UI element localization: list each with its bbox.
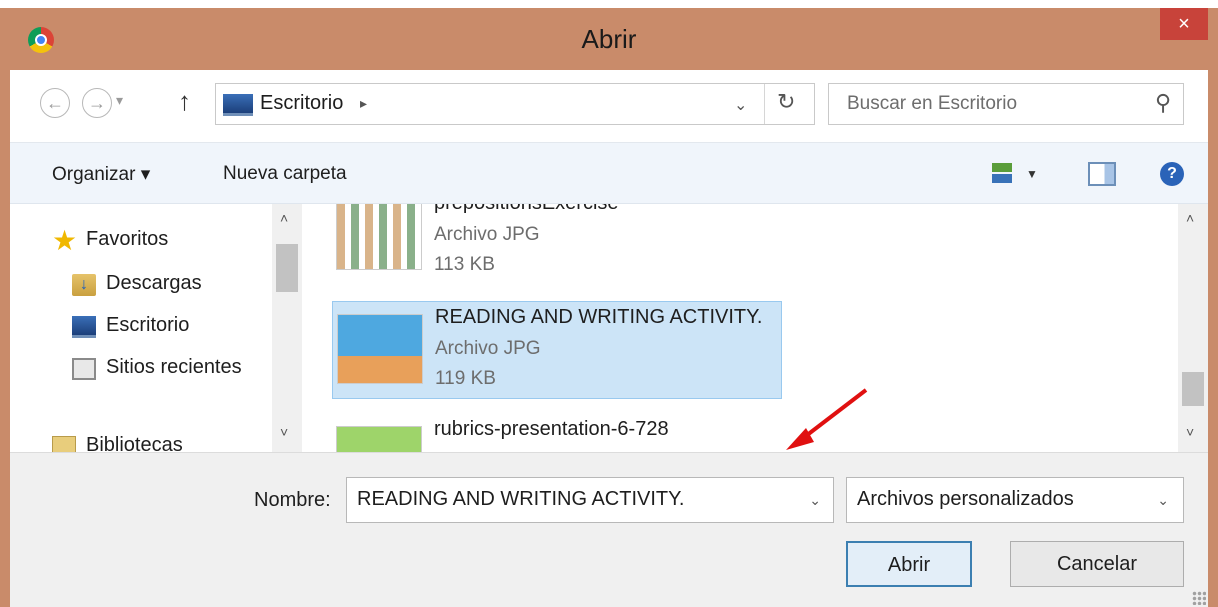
view-dropdown-icon[interactable]: ▼: [1026, 167, 1038, 181]
search-input[interactable]: Buscar en Escritorio ⚲: [828, 83, 1184, 125]
file-list: prepositionsExercise Archivo JPG 113 KB …: [302, 204, 1208, 452]
command-toolbar: Organizar ▾ Nueva carpeta ▼ ?: [10, 142, 1208, 204]
file-type: Archivo JPG: [435, 338, 541, 359]
file-item-reading-writing[interactable]: READING AND WRITING ACTIVITY. Archivo JP…: [332, 301, 782, 399]
sidebar-item-label: Bibliotecas: [86, 434, 183, 452]
scrollbar-thumb[interactable]: [1182, 372, 1204, 406]
file-name-input[interactable]: READING AND WRITING ACTIVITY. ⌄: [346, 477, 834, 523]
forward-icon[interactable]: →: [82, 88, 112, 118]
breadcrumb-chevron-icon[interactable]: ▸: [360, 95, 367, 112]
navigation-bar: ← → ▾ ↑ Escritorio ▸ ⌄ ↻ Buscar en Escri…: [10, 70, 1208, 142]
back-icon[interactable]: ←: [40, 88, 70, 118]
desktop-icon: [223, 94, 253, 116]
image-thumbnail: [337, 314, 423, 384]
refresh-icon[interactable]: ↻: [777, 89, 795, 115]
sidebar-item-label: Descargas: [106, 272, 202, 294]
address-bar[interactable]: Escritorio ▸ ⌄ ↻: [215, 83, 815, 125]
file-size: 113 KB: [434, 254, 495, 275]
window-title: Abrir: [581, 24, 637, 54]
dialog-frame: ← → ▾ ↑ Escritorio ▸ ⌄ ↻ Buscar en Escri…: [0, 70, 1218, 607]
file-type-value: Archivos personalizados: [857, 488, 1074, 510]
file-type-select[interactable]: Archivos personalizados ⌄: [846, 477, 1184, 523]
file-name: rubrics-presentation-6-728: [434, 418, 669, 440]
recent-places-icon: [72, 358, 96, 380]
file-name-dropdown-icon[interactable]: ⌄: [809, 492, 821, 509]
file-name-panel: Nombre: READING AND WRITING ACTIVITY. ⌄ …: [10, 452, 1208, 607]
address-divider: [764, 84, 765, 124]
scroll-up-icon[interactable]: ˄: [1186, 210, 1194, 226]
scroll-up-icon[interactable]: ˄: [280, 210, 288, 226]
image-thumbnail: [336, 426, 422, 452]
file-name: prepositionsExercise: [434, 204, 619, 215]
file-name: READING AND WRITING ACTIVITY.: [435, 306, 763, 328]
file-item-rubrics[interactable]: rubrics-presentation-6-728: [332, 414, 782, 452]
help-icon[interactable]: ?: [1160, 162, 1184, 186]
star-icon: ★: [52, 225, 78, 256]
file-name-label: Nombre:: [254, 489, 331, 511]
preview-pane-icon[interactable]: [1088, 162, 1116, 186]
downloads-folder-icon: [72, 274, 96, 296]
file-size: 119 KB: [435, 368, 496, 389]
dialog-body: ← → ▾ ↑ Escritorio ▸ ⌄ ↻ Buscar en Escri…: [10, 70, 1208, 607]
file-item-prepositions[interactable]: prepositionsExercise Archivo JPG 113 KB: [332, 204, 782, 286]
close-button[interactable]: ×: [1160, 8, 1208, 40]
title-bar: Abrir ×: [0, 8, 1218, 70]
search-icon[interactable]: ⚲: [1155, 90, 1171, 116]
file-list-scrollbar[interactable]: ˄ ˅: [1178, 204, 1208, 452]
open-button[interactable]: Abrir: [846, 541, 972, 587]
sidebar-item-label: Favoritos: [86, 228, 169, 250]
file-type-dropdown-icon[interactable]: ⌄: [1157, 492, 1169, 509]
libraries-icon: [52, 436, 76, 452]
scroll-down-icon[interactable]: ˅: [280, 424, 288, 440]
annotation-arrow-icon: [786, 388, 868, 450]
image-thumbnail: [336, 204, 422, 270]
organize-menu-button[interactable]: Organizar ▾: [52, 163, 150, 186]
desktop-icon: [72, 316, 96, 338]
up-arrow-icon[interactable]: ↑: [178, 86, 191, 117]
breadcrumb[interactable]: Escritorio: [260, 92, 343, 115]
new-folder-button[interactable]: Nueva carpeta: [223, 163, 347, 185]
navigation-pane: ★ Favoritos Descargas Escritorio Sitios …: [10, 204, 302, 452]
sidebar-item-label: Sitios recientes: [106, 356, 242, 378]
address-dropdown-icon[interactable]: ⌄: [734, 95, 747, 115]
navigation-scrollbar[interactable]: ˄ ˅: [272, 204, 302, 452]
file-name-value: READING AND WRITING ACTIVITY.: [357, 488, 685, 510]
recent-locations-icon[interactable]: ▾: [116, 92, 123, 109]
scroll-down-icon[interactable]: ˅: [1186, 424, 1194, 440]
sidebar-item-label: Escritorio: [106, 314, 190, 336]
search-placeholder: Buscar en Escritorio: [847, 93, 1018, 114]
cancel-button[interactable]: Cancelar: [1010, 541, 1184, 587]
resize-grip-icon[interactable]: [1192, 591, 1206, 605]
scrollbar-thumb[interactable]: [276, 244, 298, 292]
view-options-icon[interactable]: [992, 163, 1012, 183]
file-type: Archivo JPG: [434, 224, 540, 245]
